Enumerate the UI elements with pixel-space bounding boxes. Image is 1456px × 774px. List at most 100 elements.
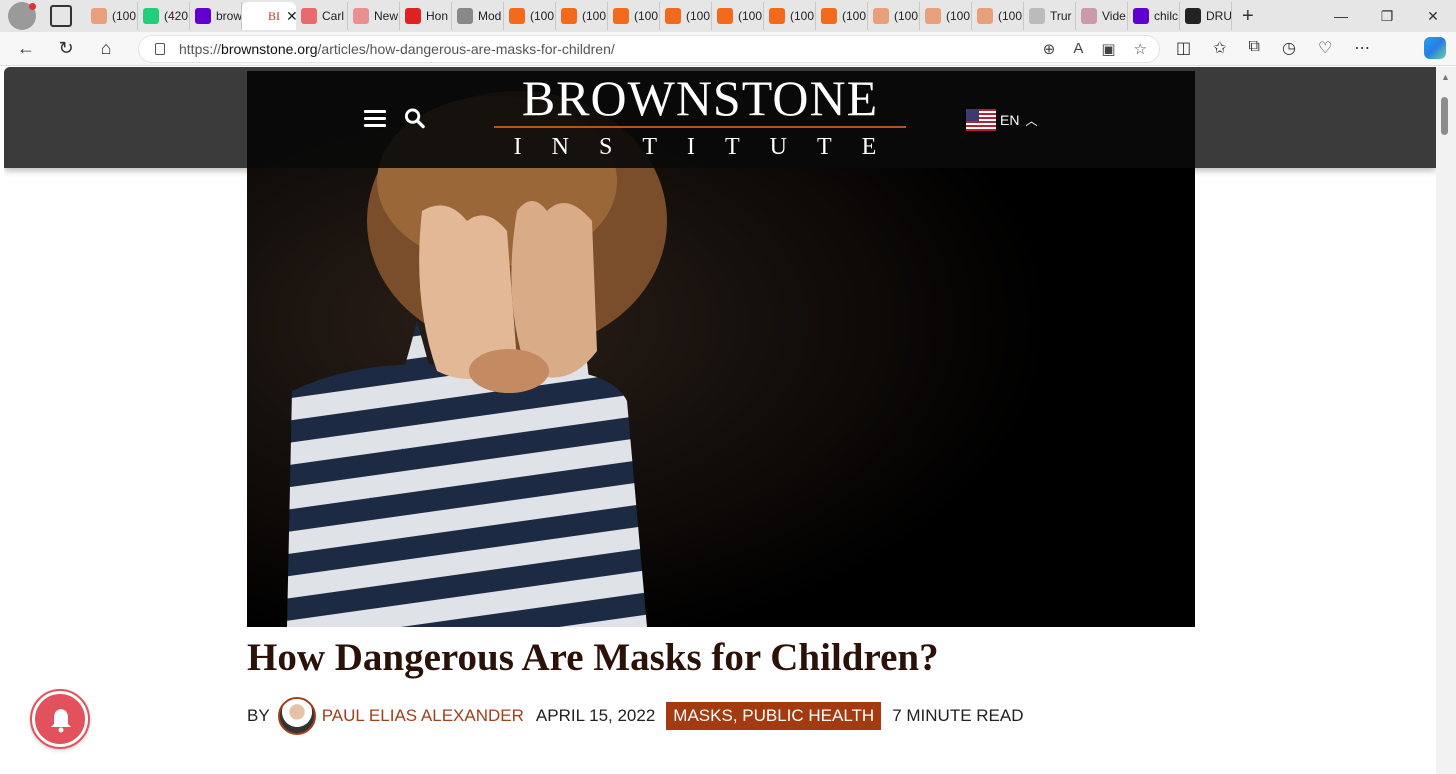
split-screen-icon[interactable]: ◫ xyxy=(1176,38,1191,58)
substack-icon xyxy=(873,8,889,24)
tab-actions-icon[interactable] xyxy=(50,5,72,27)
browser-tab[interactable]: (100 xyxy=(660,2,712,30)
substack-icon xyxy=(925,8,941,24)
tab-label: (100 xyxy=(894,9,919,23)
page-scrollbar[interactable] xyxy=(1436,67,1456,774)
profile-avatar-icon[interactable] xyxy=(8,2,36,30)
yahoo-icon xyxy=(1133,8,1149,24)
browser-tab[interactable]: Hon xyxy=(400,2,452,30)
tab-strip: (100 (420 brow BI ✕ Carl New Hon Mod (100 (100 (100… xyxy=(86,0,1232,32)
browser-tab[interactable]: chilc xyxy=(1128,2,1180,30)
close-tab-icon[interactable]: ✕ xyxy=(286,8,296,25)
browser-tab[interactable]: Trur xyxy=(1024,2,1076,30)
search-icon[interactable] xyxy=(404,107,425,129)
tab-label: brow xyxy=(216,9,242,23)
browser-tab[interactable]: DRU xyxy=(1180,2,1232,30)
restore-button[interactable]: ❐ xyxy=(1364,8,1410,25)
us-flag-icon xyxy=(966,109,996,131)
site-logo[interactable]: BROWNSTONE INSTITUTE xyxy=(491,73,909,161)
browser-tab[interactable]: Vide xyxy=(1076,2,1128,30)
browser-tab[interactable]: brow xyxy=(190,2,242,30)
publish-date: APRIL 15, 2022 xyxy=(535,706,656,725)
browser-tab[interactable]: (100 xyxy=(556,2,608,30)
youtube-icon xyxy=(301,8,317,24)
substack-icon xyxy=(509,8,525,24)
copilot-icon[interactable] xyxy=(1424,37,1446,59)
zoom-icon[interactable]: ⊕ xyxy=(1043,40,1056,58)
browser-tab[interactable]: (100 xyxy=(764,2,816,30)
author-avatar[interactable] xyxy=(277,697,316,735)
yahoo-icon xyxy=(195,8,211,24)
minimize-button[interactable]: — xyxy=(1318,8,1364,24)
browser-tab[interactable]: New xyxy=(348,2,400,30)
substack-icon xyxy=(561,8,577,24)
lock-icon[interactable] xyxy=(155,43,165,55)
browser-tab[interactable]: (100 xyxy=(86,2,138,30)
language-code: EN xyxy=(1000,112,1020,128)
tab-label: Vide xyxy=(1102,9,1126,23)
address-bar[interactable]: https://brownstone.org/articles/how-dang… xyxy=(138,35,1160,63)
back-icon[interactable]: ← xyxy=(12,38,40,59)
address-bar-actions: ⊕ A ▣ ☆ xyxy=(1043,40,1147,58)
browser-tab[interactable]: Mod xyxy=(452,2,504,30)
close-window-button[interactable]: ✕ xyxy=(1410,8,1456,25)
site-nav-bar: BROWNSTONE INSTITUTE EN ︿ xyxy=(247,71,1195,168)
tab-label: (100 xyxy=(686,9,711,23)
article-meta: BY PAUL ELIAS ALEXANDER APRIL 15, 2022 M… xyxy=(247,696,1024,736)
new-tab-button[interactable]: + xyxy=(1242,5,1254,28)
browser-tab[interactable]: Carl xyxy=(296,2,348,30)
tab-label: (100 xyxy=(738,9,763,23)
collections-icon[interactable]: ⧉ xyxy=(1249,38,1260,58)
browser-tab[interactable]: (100 xyxy=(504,2,556,30)
notification-bell-button[interactable] xyxy=(30,689,90,749)
substack-icon xyxy=(717,8,733,24)
logo-divider xyxy=(494,126,906,128)
health-icon[interactable]: ♡ xyxy=(1318,38,1332,58)
chevron-up-icon: ︿ xyxy=(1025,113,1038,128)
star-icon xyxy=(1081,8,1097,24)
history-icon[interactable]: ◷ xyxy=(1282,38,1296,58)
podcast-icon xyxy=(405,8,421,24)
substack-icon xyxy=(91,8,107,24)
tab-label: (100 xyxy=(112,9,137,23)
substack-icon xyxy=(821,8,837,24)
reload-icon[interactable]: ↻ xyxy=(52,38,80,59)
browser-tab[interactable]: (100 xyxy=(920,2,972,30)
hero-image: BROWNSTONE INSTITUTE EN ︿ xyxy=(247,71,1195,627)
browser-tab[interactable]: (100 xyxy=(816,2,868,30)
hamburger-menu-icon[interactable] xyxy=(364,110,386,128)
page-icon xyxy=(1029,8,1045,24)
read-time: 7 MINUTE READ xyxy=(892,706,1024,725)
tab-label: BI xyxy=(268,8,280,23)
browser-tab[interactable]: (100 xyxy=(712,2,764,30)
browser-tab[interactable]: (100 xyxy=(972,2,1024,30)
browser-tab[interactable]: (420 xyxy=(138,2,190,30)
tab-label: DRU xyxy=(1206,9,1232,23)
home-icon[interactable]: ⌂ xyxy=(92,38,120,59)
url-scheme: https:// xyxy=(179,41,222,57)
tab-label: (100 xyxy=(582,9,607,23)
bell-icon xyxy=(51,709,71,733)
favorite-star-icon[interactable]: ☆ xyxy=(1134,40,1147,58)
url-text[interactable]: https://brownstone.org/articles/how-dang… xyxy=(179,41,615,57)
favorites-icon[interactable]: ✩ xyxy=(1213,38,1226,58)
substack-icon xyxy=(977,8,993,24)
author-link[interactable]: PAUL ELIAS ALEXANDER xyxy=(322,706,524,726)
app-available-icon[interactable]: ▣ xyxy=(1101,40,1115,58)
logo-wordmark: BROWNSTONE xyxy=(521,71,879,126)
tab-label: (100 xyxy=(842,9,867,23)
scrollbar-thumb[interactable] xyxy=(1441,97,1448,135)
browser-tab[interactable]: BI ✕ xyxy=(242,2,296,30)
read-aloud-icon[interactable]: A xyxy=(1073,40,1083,58)
tab-label: (100 xyxy=(998,9,1023,23)
tab-label: (100 xyxy=(946,9,971,23)
by-label: BY xyxy=(247,706,270,725)
language-selector[interactable]: EN ︿ xyxy=(966,109,1037,131)
category-tags[interactable]: MASKS, PUBLIC HEALTH xyxy=(666,702,882,730)
scroll-up-icon[interactable]: ▲ xyxy=(1441,72,1450,82)
browser-tab[interactable]: (100 xyxy=(608,2,660,30)
browser-tab[interactable]: (100 xyxy=(868,2,920,30)
page-viewport: BROWNSTONE INSTITUTE EN ︿ How Dangerous … xyxy=(4,67,1436,774)
browser-extension-icons: ◫ ✩ ⧉ ◷ ♡ ⋯ xyxy=(1176,38,1370,58)
more-menu-icon[interactable]: ⋯ xyxy=(1354,38,1370,58)
